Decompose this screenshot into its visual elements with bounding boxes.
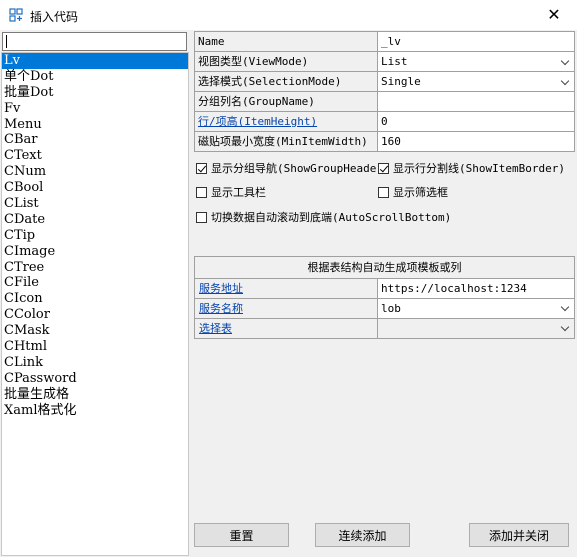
list-item[interactable]: CFile	[2, 275, 188, 291]
generator-row: 服务名称 lob	[195, 299, 575, 319]
list-item[interactable]: CColor	[2, 307, 188, 323]
window-title: 插入代码	[30, 10, 79, 24]
checkbox-box[interactable]	[378, 162, 389, 174]
list-item[interactable]: Menu	[2, 117, 188, 133]
checkbox-box[interactable]	[378, 186, 389, 198]
property-label: 视图类型(ViewMode)	[195, 52, 378, 71]
option-checkbox[interactable]: 切换数据自动滚动到底端(AutoScrollBottom)	[196, 209, 451, 225]
checkbox-label: 显示筛选框	[393, 186, 448, 199]
text-caret	[6, 35, 7, 48]
option-checkbox[interactable]: 显示工具栏	[196, 184, 266, 200]
checkbox-box[interactable]	[196, 211, 207, 223]
option-checkbox[interactable]: 显示分组导航(ShowGroupHeader)	[196, 160, 390, 176]
property-row: 行/项高(ItemHeight) 0	[195, 112, 575, 132]
generator-dropdown[interactable]	[378, 319, 575, 338]
property-row: 视图类型(ViewMode) List	[195, 52, 575, 72]
generator-label-link[interactable]: 服务名称	[195, 299, 378, 318]
property-input[interactable]	[378, 92, 575, 111]
property-label: 选择模式(SelectionMode)	[195, 72, 378, 91]
list-item[interactable]: 批量Dot	[2, 85, 188, 101]
list-item[interactable]: Fv	[2, 101, 188, 117]
list-item[interactable]: CIcon	[2, 291, 188, 307]
list-item[interactable]: CHtml	[2, 339, 188, 355]
property-grid: Name _lv 视图类型(ViewMode) List 选择模式(SelectionM…	[194, 31, 575, 152]
list-item[interactable]: CNum	[2, 164, 188, 180]
list-item[interactable]: CImage	[2, 244, 188, 260]
generator-dropdown[interactable]: lob	[378, 299, 575, 318]
option-checkbox[interactable]: 显示筛选框	[378, 184, 448, 200]
checkbox-label: 切换数据自动滚动到底端(AutoScrollBottom)	[211, 211, 452, 224]
list-item[interactable]: CList	[2, 196, 188, 212]
property-row: 选择模式(SelectionMode) Single	[195, 72, 575, 92]
generator-panel: 根据表结构自动生成项模板或列 服务地址 https://localhost:123…	[194, 256, 575, 339]
list-item[interactable]: CPassword	[2, 371, 188, 387]
search-input[interactable]	[3, 33, 186, 50]
list-item[interactable]: CMask	[2, 323, 188, 339]
property-row: Name _lv	[195, 32, 575, 52]
property-dropdown[interactable]: Single	[378, 72, 575, 91]
list-item[interactable]: CBool	[2, 180, 188, 196]
list-item[interactable]: CTip	[2, 228, 188, 244]
property-label: 磁贴项最小宽度(MinItemWidth)	[195, 132, 378, 151]
reset-button[interactable]: 重置	[194, 523, 289, 547]
search-input-wrapper	[2, 32, 187, 51]
checkbox-box[interactable]	[196, 162, 207, 174]
list-item[interactable]: Xaml格式化	[2, 403, 188, 419]
property-input[interactable]: _lv	[378, 32, 575, 51]
checkbox-label: 显示行分割线(ShowItemBorder)	[393, 162, 565, 175]
list-item[interactable]: CBar	[2, 132, 188, 148]
generator-row: 选择表	[195, 319, 575, 339]
snippet-list[interactable]: Lv 单个Dot 批量Dot Fv Menu CBar CText CNum CBool CLis…	[1, 52, 189, 556]
property-input[interactable]: 0	[378, 112, 575, 131]
add-continue-button[interactable]: 连续添加	[315, 523, 410, 547]
list-item[interactable]: 批量生成格	[2, 387, 188, 403]
list-item[interactable]: Lv	[2, 53, 188, 69]
checkbox-label: 显示分组导航(ShowGroupHeader)	[211, 162, 390, 175]
list-item[interactable]: CText	[2, 148, 188, 164]
property-input[interactable]: 160	[378, 132, 575, 151]
add-close-button[interactable]: 添加并关闭	[469, 523, 569, 547]
property-row: 分组列名(GroupName)	[195, 92, 575, 112]
generator-input[interactable]: https://localhost:1234	[378, 279, 575, 298]
list-item[interactable]: 单个Dot	[2, 69, 188, 85]
checkbox-box[interactable]	[196, 186, 207, 198]
property-label: 分组列名(GroupName)	[195, 92, 378, 111]
insert-code-icon	[9, 8, 23, 22]
option-checkbox[interactable]: 显示行分割线(ShowItemBorder)	[378, 160, 565, 176]
property-dropdown[interactable]: List	[378, 52, 575, 71]
generator-row: 服务地址 https://localhost:1234	[195, 279, 575, 299]
close-button[interactable]: ✕	[531, 0, 577, 30]
generator-label-link[interactable]: 服务地址	[195, 279, 378, 298]
list-item[interactable]: CDate	[2, 212, 188, 228]
property-label[interactable]: 行/项高(ItemHeight)	[195, 112, 378, 131]
property-row: 磁贴项最小宽度(MinItemWidth) 160	[195, 132, 575, 152]
list-item[interactable]: CTree	[2, 260, 188, 276]
close-icon: ✕	[547, 5, 561, 24]
checkbox-label: 显示工具栏	[211, 186, 266, 199]
property-label: Name	[195, 32, 378, 51]
list-item[interactable]: CLink	[2, 355, 188, 371]
generator-title: 根据表结构自动生成项模板或列	[195, 257, 575, 279]
title-bar: 插入代码 ✕	[0, 0, 577, 30]
generator-label-link[interactable]: 选择表	[195, 319, 378, 338]
